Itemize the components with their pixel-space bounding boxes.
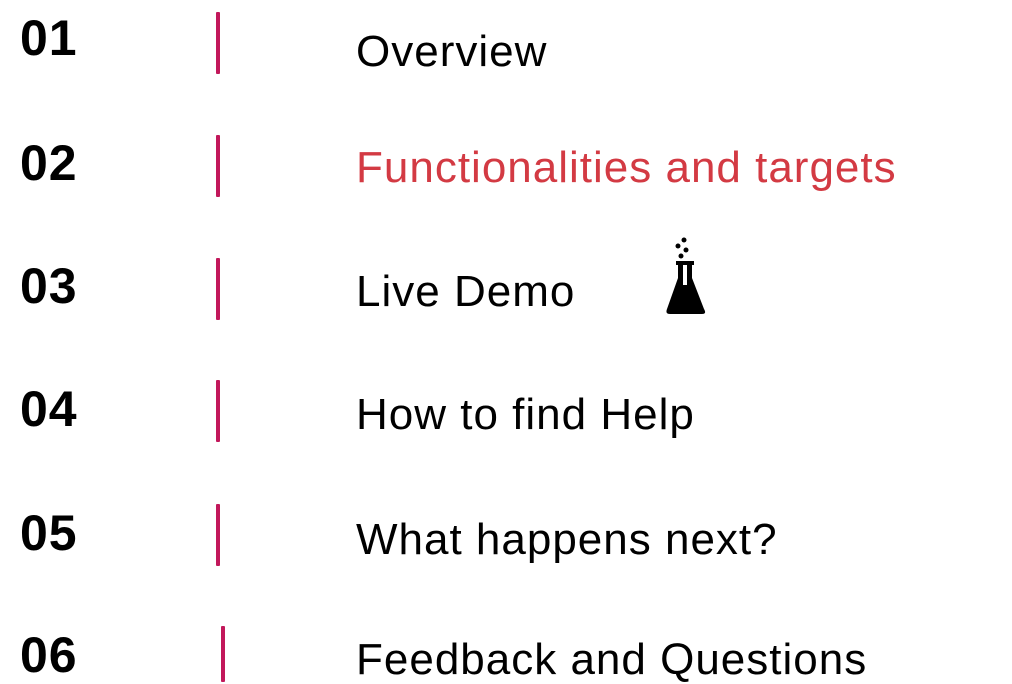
agenda-item: 05 What happens next? bbox=[0, 496, 1012, 576]
agenda-number: 04 bbox=[20, 381, 78, 437]
divider-bar bbox=[216, 504, 220, 566]
agenda-item: 04 How to find Help bbox=[0, 372, 1012, 452]
agenda-label: Feedback and Questions bbox=[356, 635, 868, 684]
agenda-number: 02 bbox=[20, 135, 78, 191]
divider-bar bbox=[216, 135, 220, 197]
divider-bar bbox=[216, 12, 220, 74]
agenda-number: 01 bbox=[20, 10, 78, 66]
agenda-number: 05 bbox=[20, 505, 78, 561]
agenda-label: Overview bbox=[356, 27, 548, 76]
divider-bar bbox=[216, 380, 220, 442]
agenda-list: 01 Overview 02 Functionalities and targe… bbox=[0, 0, 1012, 682]
agenda-label: What happens next? bbox=[356, 515, 778, 564]
agenda-number: 06 bbox=[20, 627, 78, 683]
agenda-label: Live Demo bbox=[356, 267, 576, 316]
flask-icon bbox=[666, 237, 706, 314]
agenda-number: 03 bbox=[20, 258, 78, 314]
agenda-item: 06 Feedback and Questions bbox=[0, 602, 1012, 682]
agenda-label: How to find Help bbox=[356, 390, 695, 439]
divider-bar bbox=[216, 258, 220, 320]
divider-bar bbox=[221, 626, 225, 682]
agenda-item: 01 Overview bbox=[0, 0, 1012, 80]
agenda-item-active: 02 Functionalities and targets bbox=[0, 124, 1012, 204]
agenda-item: 03 Live Demo bbox=[0, 237, 1012, 328]
agenda-label: Functionalities and targets bbox=[356, 143, 897, 192]
